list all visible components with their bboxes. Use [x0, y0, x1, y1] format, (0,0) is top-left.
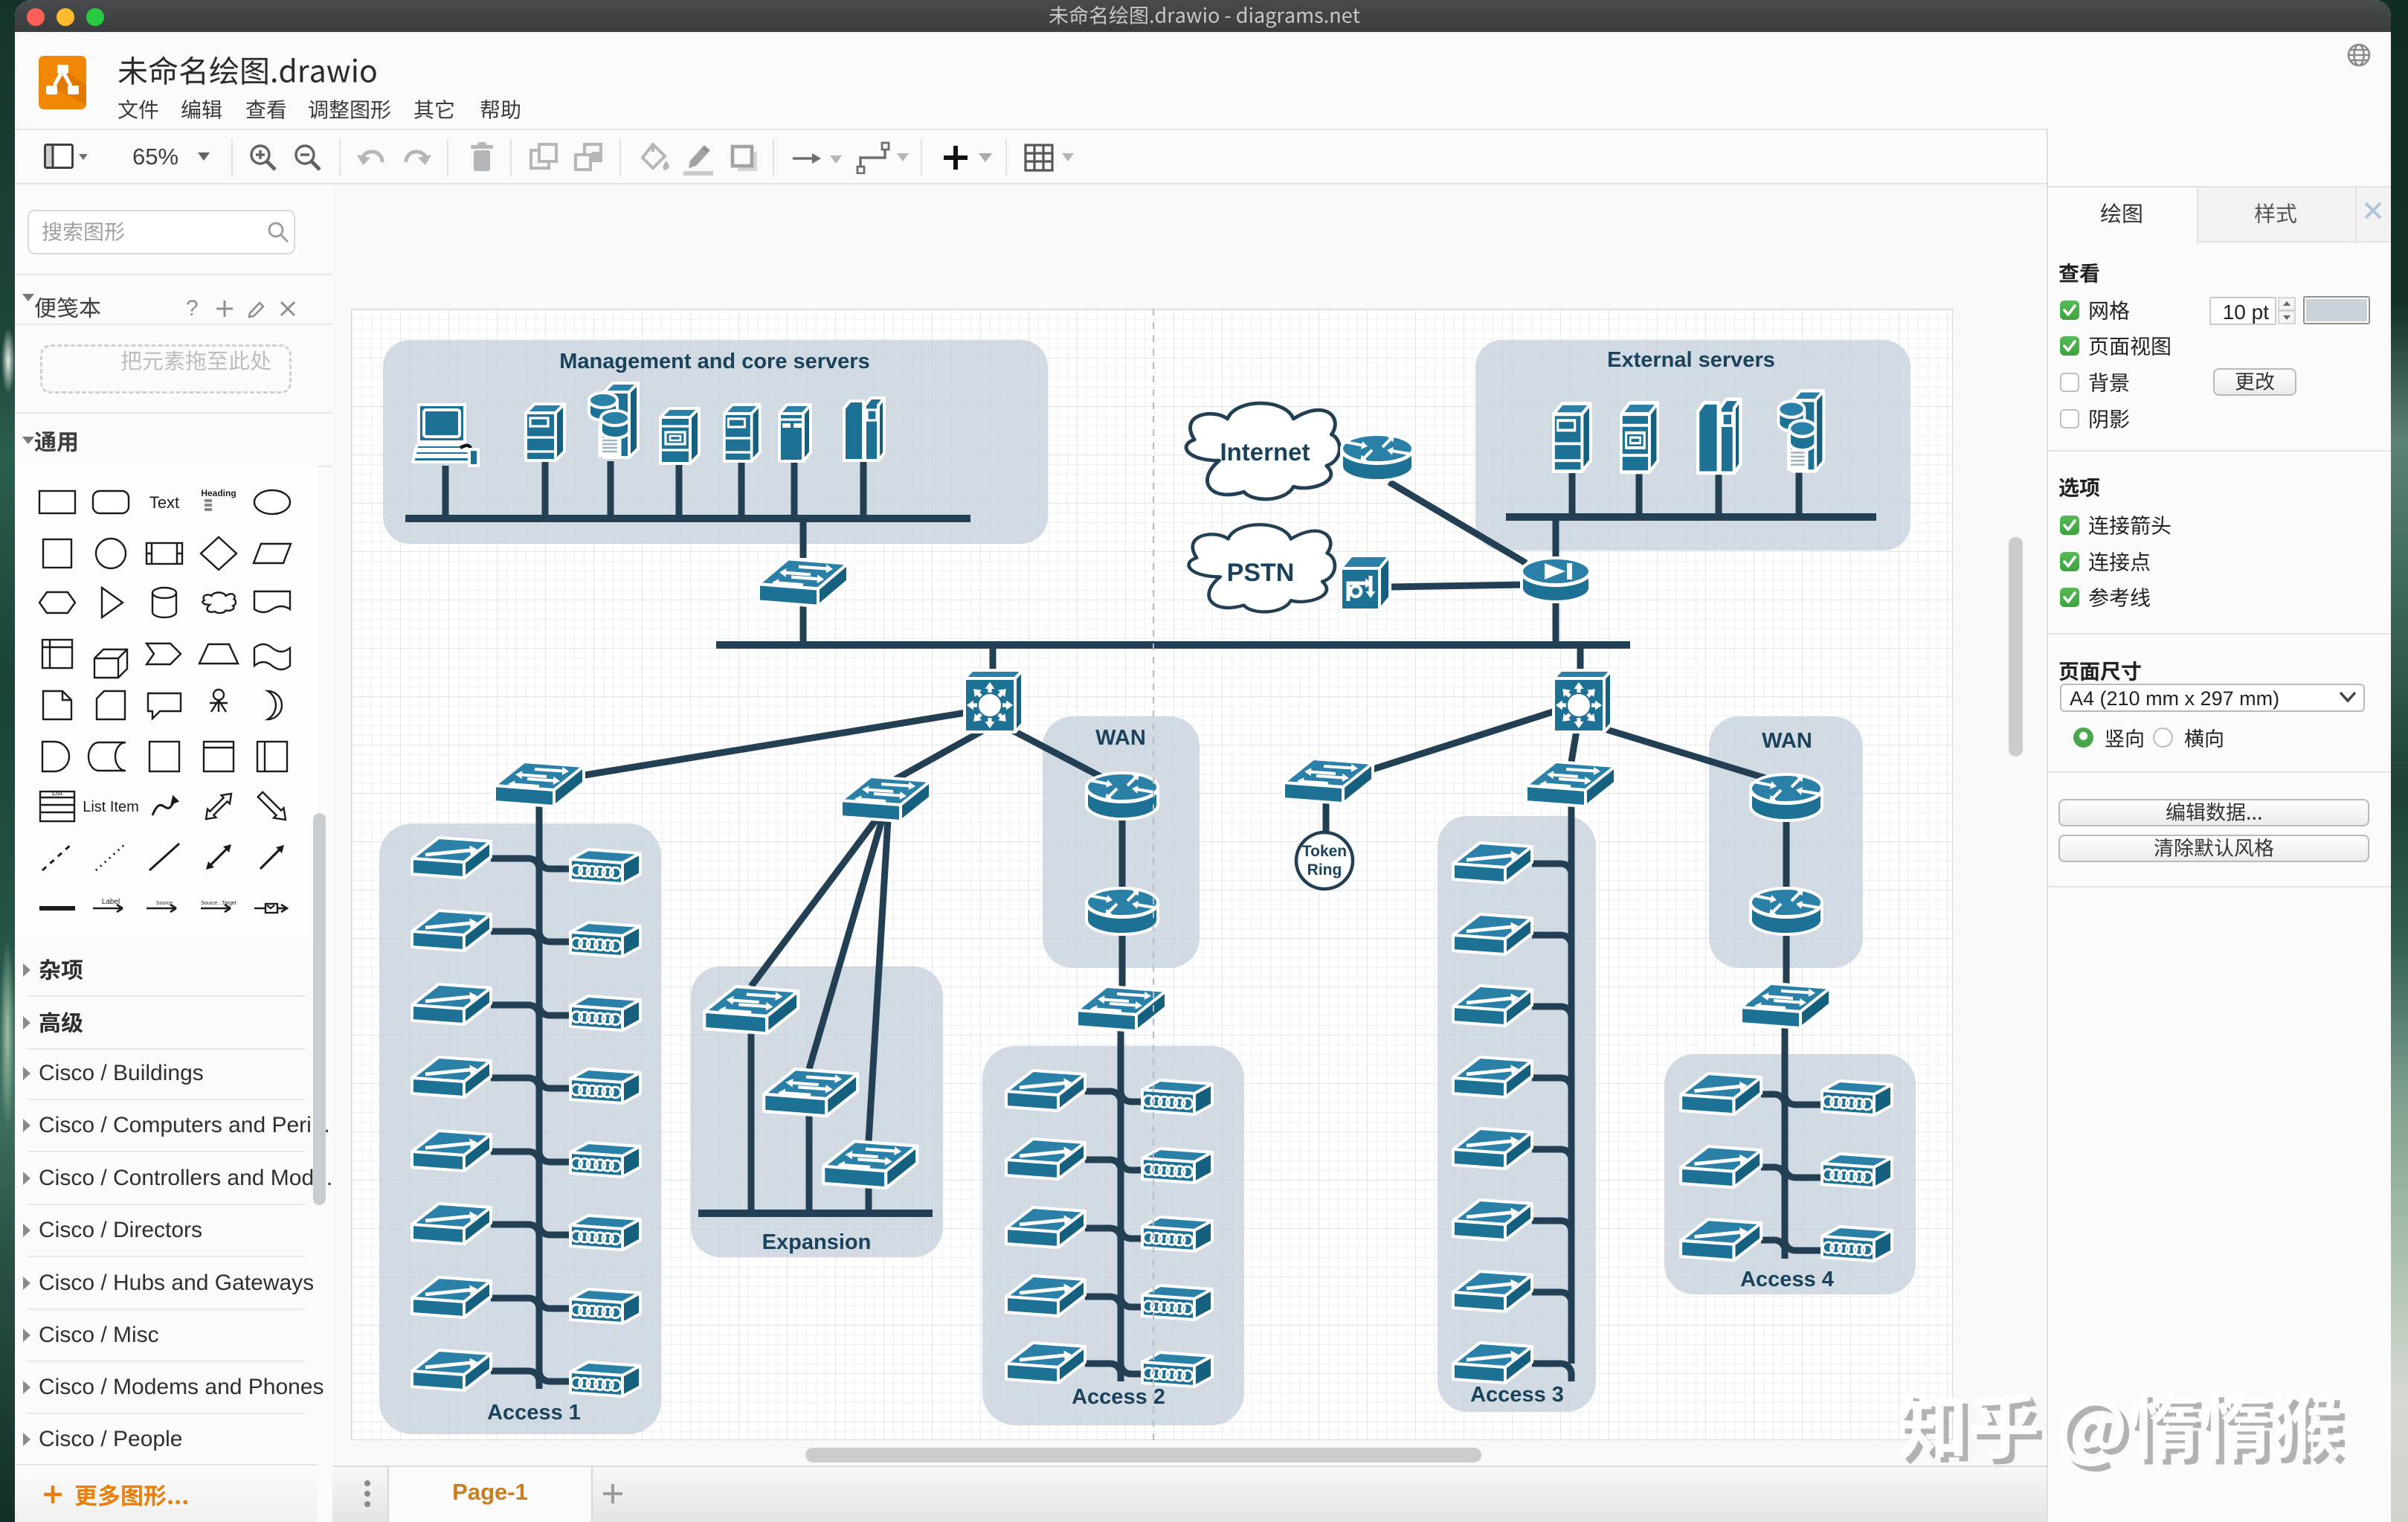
svg-text:Text: Text [149, 493, 179, 512]
svg-text:List Item: List Item [83, 799, 139, 815]
svg-text:Source...Target: Source...Target [201, 901, 236, 906]
svg-text:Heading: Heading [201, 488, 236, 498]
svg-text:List: List [52, 789, 63, 797]
svg-text:Source: Source [156, 901, 173, 906]
svg-text:Label: Label [102, 898, 120, 906]
